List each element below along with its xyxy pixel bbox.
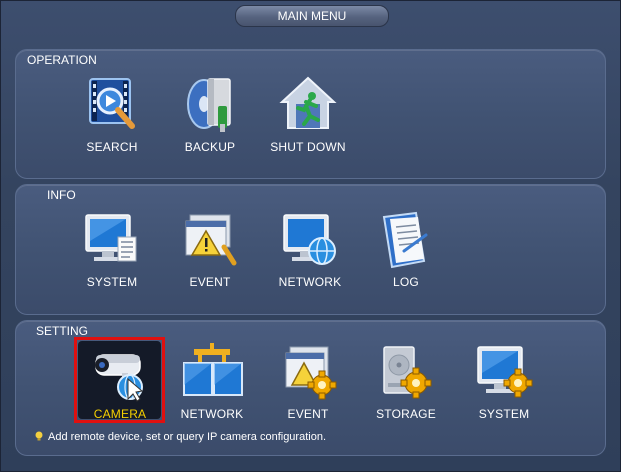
- operation-shutdown-item[interactable]: SHUT DOWN: [258, 76, 358, 154]
- info-event-label: EVENT: [189, 275, 231, 289]
- setting-event-item[interactable]: EVENT: [258, 343, 358, 421]
- window-title: MAIN MENU: [235, 5, 389, 27]
- info-log-item[interactable]: LOG: [356, 211, 456, 289]
- info-section-label: INFO: [47, 188, 76, 202]
- network-setting-icon: [180, 343, 244, 405]
- event-info-icon: [178, 211, 242, 273]
- operation-backup-label: BACKUP: [184, 140, 236, 154]
- setting-event-label: EVENT: [287, 407, 329, 421]
- setting-section-label: SETTING: [36, 324, 89, 338]
- system-setting-icon: [472, 343, 536, 405]
- backup-icon: [178, 76, 242, 138]
- setting-storage-label: STORAGE: [376, 407, 436, 421]
- operation-backup-item[interactable]: BACKUP: [160, 76, 260, 154]
- search-icon: [80, 76, 144, 138]
- setting-storage-item[interactable]: STORAGE: [356, 343, 456, 421]
- operation-search-item[interactable]: SEARCH: [62, 76, 162, 154]
- operation-shutdown-label: SHUT DOWN: [270, 140, 346, 154]
- log-icon: [374, 211, 438, 273]
- setting-system-label: SYSTEM: [478, 407, 530, 421]
- network-info-icon: [278, 211, 342, 273]
- system-info-icon: [80, 211, 144, 273]
- info-network-label: NETWORK: [278, 275, 342, 289]
- setting-system-item[interactable]: SYSTEM: [454, 343, 554, 421]
- shutdown-icon: [276, 76, 340, 138]
- setting-network-label: NETWORK: [180, 407, 244, 421]
- info-system-item[interactable]: SYSTEM: [62, 211, 162, 289]
- setting-network-item[interactable]: NETWORK: [162, 343, 262, 421]
- camera-selection-highlight: [74, 337, 165, 423]
- lightbulb-icon: [34, 431, 44, 441]
- storage-setting-icon: [374, 343, 438, 405]
- hint-text-row: Add remote device, set or query IP camer…: [34, 431, 326, 443]
- operation-search-label: SEARCH: [86, 140, 138, 154]
- info-log-label: LOG: [393, 275, 419, 289]
- event-setting-icon: [276, 343, 340, 405]
- operation-section-label: OPERATION: [27, 53, 97, 67]
- info-system-label: SYSTEM: [86, 275, 138, 289]
- hint-text: Add remote device, set or query IP camer…: [48, 431, 326, 443]
- info-network-item[interactable]: NETWORK: [260, 211, 360, 289]
- info-event-item[interactable]: EVENT: [160, 211, 260, 289]
